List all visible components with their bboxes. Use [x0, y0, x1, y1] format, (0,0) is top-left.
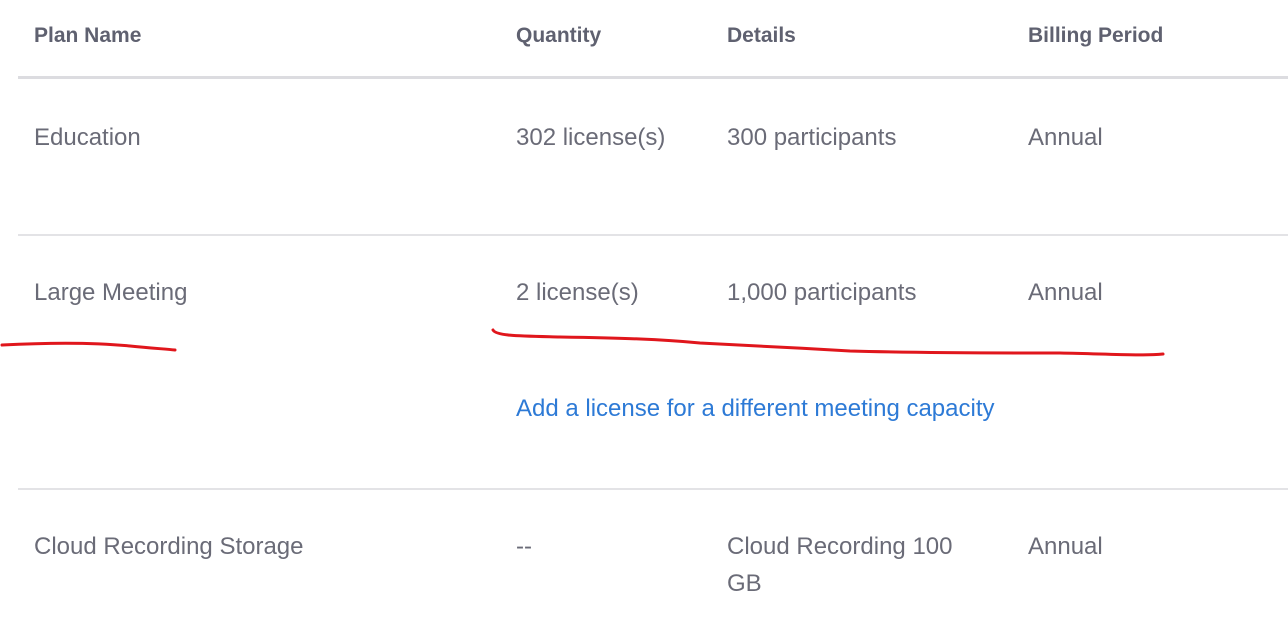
quantity-cell: 302 license(s) — [516, 124, 666, 151]
annotation-underline-right — [491, 328, 1165, 357]
add-license-link[interactable]: Add a license for a different meeting ca… — [516, 390, 995, 427]
quantity-cell: 2 license(s) — [516, 279, 639, 306]
column-header-details: Details — [727, 24, 796, 47]
row-divider — [18, 234, 1288, 236]
billing-period-cell: Annual — [1028, 533, 1103, 560]
billing-period-cell: Annual — [1028, 124, 1103, 151]
column-header-quantity: Quantity — [516, 24, 602, 47]
plan-name-cell: Cloud Recording Storage — [34, 533, 304, 560]
billing-period-cell: Annual — [1028, 279, 1103, 306]
quantity-cell: -- — [516, 533, 532, 560]
column-header-billing-period: Billing Period — [1028, 24, 1164, 47]
row-divider — [18, 488, 1288, 490]
details-cell: 300 participants — [727, 124, 897, 151]
column-header-plan-name: Plan Name — [34, 24, 142, 47]
details-cell: 1,000 participants — [727, 279, 917, 306]
plan-name-cell: Large Meeting — [34, 279, 188, 306]
details-cell: Cloud Recording 100 GB — [727, 533, 953, 597]
plan-name-cell: Education — [34, 124, 141, 151]
annotation-underline-left — [0, 341, 177, 352]
header-divider — [18, 76, 1288, 79]
